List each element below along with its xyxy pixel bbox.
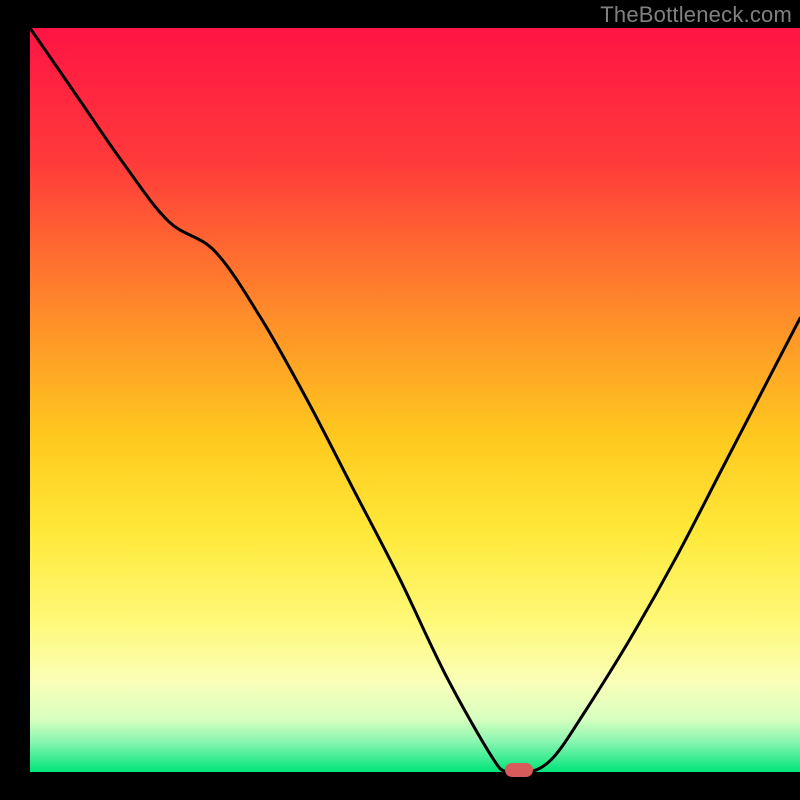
- optimum-marker: [505, 763, 533, 777]
- watermark-label: TheBottleneck.com: [600, 2, 792, 28]
- chart-frame: TheBottleneck.com: [0, 0, 800, 800]
- chart-svg: [0, 0, 800, 800]
- plot-background: [30, 28, 800, 772]
